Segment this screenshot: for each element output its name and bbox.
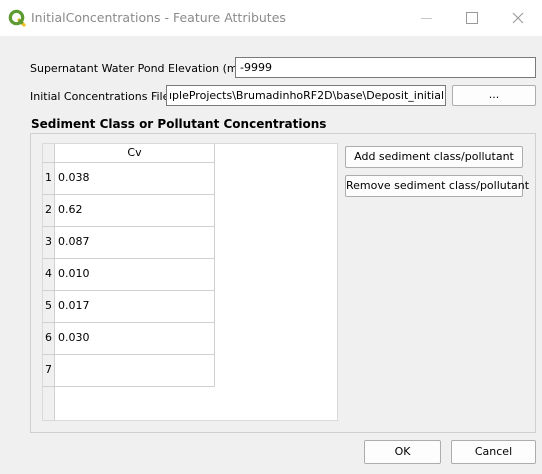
ok-button[interactable]: OK xyxy=(364,440,441,464)
table-cell[interactable]: 0.030 xyxy=(55,323,215,355)
row-header[interactable]: 4 xyxy=(43,259,55,291)
cancel-button[interactable]: Cancel xyxy=(451,440,536,464)
maximize-icon xyxy=(466,12,478,24)
initial-concentrations-file-label: Initial Concentrations File xyxy=(30,90,170,103)
table-cell[interactable] xyxy=(55,355,215,387)
column-header-cv[interactable]: Cv xyxy=(55,144,215,163)
pond-elevation-input[interactable]: -9999 xyxy=(235,57,536,78)
row-header[interactable]: 3 xyxy=(43,227,55,259)
row-header[interactable]: 2 xyxy=(43,195,55,227)
table-cell[interactable]: 0.010 xyxy=(55,259,215,291)
table-cell[interactable]: 0.038 xyxy=(55,163,215,195)
minimize-button[interactable] xyxy=(403,0,449,36)
row-header-filler xyxy=(43,387,55,420)
table-cell[interactable]: 0.62 xyxy=(55,195,215,227)
title-bar: InitialConcentrations - Feature Attribut… xyxy=(0,0,542,36)
remove-sediment-class-button[interactable]: Remove sediment class/pollutant xyxy=(345,175,529,197)
maximize-button[interactable] xyxy=(449,0,495,36)
row-header[interactable]: 1 xyxy=(43,163,55,195)
table-corner[interactable] xyxy=(43,144,55,163)
group-title: Sediment Class or Pollutant Concentratio… xyxy=(31,117,327,131)
row-header[interactable]: 5 xyxy=(43,291,55,323)
row-header[interactable]: 7 xyxy=(43,355,55,387)
table-cell[interactable]: 0.087 xyxy=(55,227,215,259)
table-cell[interactable]: 0.017 xyxy=(55,291,215,323)
pond-elevation-label: Supernatant Water Pond Elevation (m) xyxy=(30,62,242,75)
minimize-icon xyxy=(420,17,432,19)
close-icon xyxy=(512,12,524,24)
window-title: InitialConcentrations - Feature Attribut… xyxy=(31,10,286,25)
qgis-logo-icon xyxy=(8,9,26,27)
row-header[interactable]: 6 xyxy=(43,323,55,355)
browse-button[interactable]: ... xyxy=(452,85,536,106)
concentrations-table[interactable]: Cv 1 0.038 2 0.62 3 0.087 4 0.010 5 0.01… xyxy=(42,143,338,421)
close-button[interactable] xyxy=(495,0,541,36)
add-sediment-class-button[interactable]: Add sediment class/pollutant xyxy=(345,146,523,168)
initial-concentrations-file-input[interactable]: ıpleProjects\BrumadinhoRF2D\base\Deposit… xyxy=(166,85,446,106)
